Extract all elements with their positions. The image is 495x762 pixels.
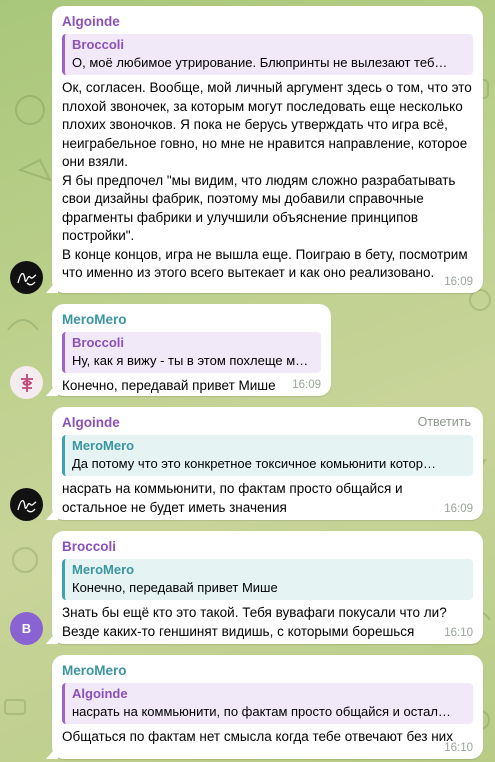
symbol-icon: [20, 373, 33, 392]
reply-text: Да потому что это конкретное токсичное к…: [72, 456, 436, 471]
signature-avatar[interactable]: [10, 488, 43, 521]
message-time: 16:10: [444, 627, 473, 639]
message-text: Знать бы ещё кто это такой. Тебя вувафаг…: [62, 605, 447, 639]
reply-author: MeroMero: [72, 438, 135, 453]
message-time: 16:09: [292, 379, 321, 391]
avatar-letter: B: [21, 621, 32, 636]
symbol-avatar[interactable]: [10, 366, 43, 399]
message-bubble[interactable]: Algoinde Broccoli О, моё любимое утриров…: [52, 6, 483, 293]
reply-quote[interactable]: Broccoli Ну, как я вижу - ты в этом похл…: [62, 332, 321, 373]
message-time: 16:10: [444, 742, 473, 754]
letter-avatar[interactable]: B: [10, 612, 43, 645]
reply-author: Broccoli: [72, 335, 125, 350]
reply-author: Algoinde: [72, 686, 128, 701]
sender-name[interactable]: Broccoli: [62, 538, 473, 556]
signature-avatar[interactable]: [10, 261, 43, 294]
sender-name[interactable]: Algoinde: [62, 13, 473, 31]
message-text: Конечно, передавай привет Мише: [62, 378, 276, 393]
sender-name[interactable]: MeroMero: [62, 662, 473, 680]
reply-text: Конечно, передавай привет Мише: [72, 580, 278, 595]
reply-text: насрать на коммьюнити, по фактам просто …: [72, 704, 451, 719]
signature-icon: [16, 499, 36, 512]
reply-quote[interactable]: MeroMero Да потому что это конкретное то…: [62, 435, 473, 476]
sender-name[interactable]: MeroMero: [62, 311, 321, 329]
reply-text: О, моё любимое утрирование. Блюпринты не…: [72, 55, 448, 70]
reply-author: MeroMero: [72, 562, 135, 577]
reply-quote[interactable]: Algoinde насрать на коммьюнити, по факта…: [62, 683, 473, 724]
message-time: 16:09: [444, 276, 473, 288]
message-bubble[interactable]: MeroMero Algoinde насрать на коммьюнити,…: [52, 655, 483, 759]
message-time: 16:09: [444, 503, 473, 515]
sender-name[interactable]: Algoinde: [62, 414, 473, 432]
reply-button[interactable]: Ответить: [418, 415, 471, 429]
reply-author: Broccoli: [72, 37, 125, 52]
reply-text: Ну, как я вижу - ты в этом похлеще м…: [72, 353, 309, 368]
message-bubble[interactable]: Broccoli MeroMero Конечно, передавай при…: [52, 531, 483, 644]
message-text: насрать на коммьюнити, по фактам просто …: [62, 481, 403, 515]
reply-quote[interactable]: MeroMero Конечно, передавай привет Мише: [62, 559, 473, 600]
message-bubble[interactable]: Algoinde Ответить MeroMero Да потому что…: [52, 407, 483, 520]
signature-icon: [16, 272, 36, 285]
message-text: Общаться по фактам нет смысла когда тебе…: [62, 729, 453, 744]
reply-quote[interactable]: Broccoli О, моё любимое утрирование. Блю…: [62, 34, 473, 75]
message-text: Ок, согласен. Вообще, мой личный аргумен…: [62, 80, 472, 280]
message-bubble[interactable]: MeroMero Broccoli Ну, как я вижу - ты в …: [52, 304, 331, 396]
